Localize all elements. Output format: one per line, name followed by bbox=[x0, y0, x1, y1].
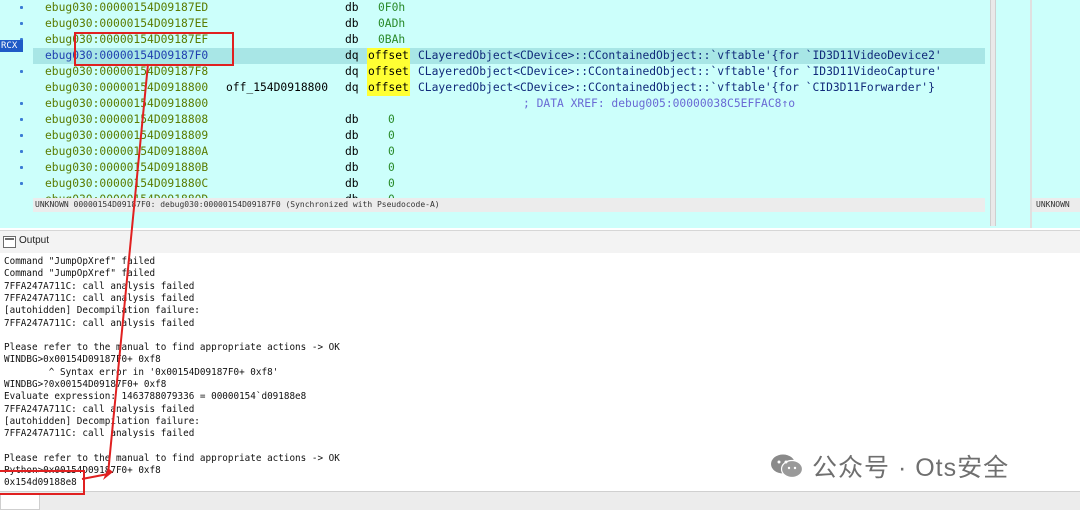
disasm-value[interactable]: 0F0h bbox=[378, 0, 405, 16]
disasm-instruction[interactable]: db bbox=[345, 0, 359, 16]
disasm-comment[interactable]: ; DATA XREF: debug005:00000038C5EFFAC8↑o bbox=[523, 96, 795, 112]
vertical-scrollbar[interactable] bbox=[985, 0, 1030, 228]
disasm-row[interactable]: ebug030:00000154D091880A db 0 bbox=[33, 144, 985, 160]
highlight-box-result bbox=[0, 470, 85, 495]
disasm-instruction[interactable]: db bbox=[345, 16, 359, 32]
secondary-status-bar: UNKNOWN bbox=[1032, 198, 1080, 212]
output-line: Evaluate expression: 1463788079336 = 000… bbox=[4, 391, 307, 403]
disasm-instruction[interactable]: dq bbox=[345, 80, 359, 96]
scrollbar-thumb[interactable] bbox=[990, 0, 996, 226]
output-line: Command "JumpOpXref" failed bbox=[4, 268, 156, 280]
disasm-instruction[interactable]: dq bbox=[345, 64, 359, 80]
disasm-address[interactable]: ebug030:00000154D0918800 bbox=[45, 80, 208, 96]
disasm-instruction[interactable]: db bbox=[345, 176, 359, 192]
disasm-instruction[interactable]: db bbox=[345, 128, 359, 144]
disasm-status-bar: UNKNOWN 00000154D09187F0: debug030:00000… bbox=[33, 198, 987, 212]
disasm-instruction[interactable]: db bbox=[345, 32, 359, 48]
disasm-address[interactable]: ebug030:00000154D091880A bbox=[45, 144, 208, 160]
disasm-label[interactable]: off_154D0918800 bbox=[226, 80, 328, 96]
disasm-value[interactable]: 0 bbox=[388, 112, 395, 128]
output-line: 7FFA247A711C: call analysis failed bbox=[4, 292, 195, 304]
disasm-address[interactable]: ebug030:00000154D09187ED bbox=[45, 0, 208, 16]
disasm-row[interactable]: ebug030:00000154D091880B db 0 bbox=[33, 160, 985, 176]
output-panel-header[interactable]: Output bbox=[0, 230, 1080, 254]
disasm-instruction[interactable]: dq bbox=[345, 48, 359, 64]
output-line: [autohidden] Decompilation failure: bbox=[4, 415, 200, 427]
register-rcx-marker[interactable]: RCX bbox=[0, 40, 23, 52]
disasm-value[interactable]: 0 bbox=[388, 160, 395, 176]
disasm-row[interactable]: ebug030:00000154D0918800 ; DATA XREF: deb… bbox=[33, 96, 985, 112]
disasm-row[interactable]: ebug030:00000154D09187EE db 0ADh bbox=[33, 16, 985, 32]
disasm-instruction[interactable]: db bbox=[345, 144, 359, 160]
output-line: ^ Syntax error in '0x00154D09187F0+ 0xf8… bbox=[4, 366, 279, 378]
disasm-value[interactable]: 0 bbox=[388, 128, 395, 144]
output-line: 7FFA247A711C: call analysis failed bbox=[4, 317, 195, 329]
command-input[interactable] bbox=[0, 494, 40, 510]
output-line: 7FFA247A711C: call analysis failed bbox=[4, 280, 195, 292]
disasm-instruction[interactable]: db bbox=[345, 112, 359, 128]
disasm-address[interactable]: ebug030:00000154D091880B bbox=[45, 160, 208, 176]
disasm-offset-keyword[interactable]: offset bbox=[367, 48, 410, 64]
disasm-value[interactable]: 0ADh bbox=[378, 16, 405, 32]
gutter-marker bbox=[20, 166, 23, 169]
gutter-marker bbox=[20, 182, 23, 185]
disasm-operand[interactable]: CLayeredObject<CDevice>::CContainedObjec… bbox=[418, 80, 935, 96]
disasm-value[interactable]: 0BAh bbox=[378, 32, 405, 48]
gutter-marker bbox=[20, 70, 23, 73]
disasm-offset-keyword[interactable]: offset bbox=[367, 64, 410, 80]
disasm-value[interactable]: 0 bbox=[388, 176, 395, 192]
gutter-marker bbox=[20, 6, 23, 9]
gutter-marker bbox=[20, 150, 23, 153]
output-line: Please refer to the manual to find appro… bbox=[4, 342, 340, 354]
disasm-offset-keyword[interactable]: offset bbox=[367, 80, 410, 96]
watermark: 公众号 · Ots安全 bbox=[770, 448, 1009, 484]
output-window-icon bbox=[3, 236, 16, 248]
watermark-text: 公众号 · Ots安全 bbox=[812, 454, 1010, 482]
disasm-address[interactable]: ebug030:00000154D09187EE bbox=[45, 16, 208, 32]
gutter-marker bbox=[20, 134, 23, 137]
disasm-instruction[interactable]: db bbox=[345, 160, 359, 176]
gutter-marker bbox=[20, 102, 23, 105]
output-line: Command "JumpOpXref" failed bbox=[4, 256, 156, 267]
output-line: 7FFA247A711C: call analysis failed bbox=[4, 403, 195, 415]
disasm-address[interactable]: ebug030:00000154D0918800 bbox=[45, 96, 208, 112]
highlight-box-address bbox=[74, 32, 234, 66]
gutter-marker bbox=[20, 22, 23, 25]
secondary-view[interactable]: UNKNOWN bbox=[1030, 0, 1080, 228]
disasm-row[interactable]: ebug030:00000154D09187ED db 0F0h bbox=[33, 0, 985, 16]
output-panel-title: Output bbox=[19, 235, 50, 246]
disasm-operand[interactable]: CLayeredObject<CDevice>::CContainedObjec… bbox=[418, 64, 942, 80]
wechat-icon bbox=[771, 454, 804, 479]
disasm-row[interactable]: ebug030:00000154D091880C db 0 bbox=[33, 176, 985, 192]
disasm-address[interactable]: ebug030:00000154D091880C bbox=[45, 176, 208, 192]
disasm-row[interactable]: ebug030:00000154D09187F8 dq offset CLayered… bbox=[33, 64, 985, 80]
disassembly-listing[interactable]: ebug030:00000154D09187ED db 0F0h ebug030:00… bbox=[33, 0, 985, 198]
output-line: WINDBG>0x00154D09187F0+ 0xf8 bbox=[4, 354, 161, 366]
gutter-marker bbox=[20, 118, 23, 121]
disasm-row[interactable]: ebug030:00000154D0918808 db 0 bbox=[33, 112, 985, 128]
disasm-address[interactable]: ebug030:00000154D09187F8 bbox=[45, 64, 208, 80]
output-line: Please refer to the manual to find appro… bbox=[4, 452, 340, 464]
disasm-value[interactable]: 0 bbox=[388, 144, 395, 160]
output-command-bar[interactable] bbox=[0, 491, 1080, 510]
output-line: 7FFA247A711C: call analysis failed bbox=[4, 428, 195, 440]
disasm-operand[interactable]: CLayeredObject<CDevice>::CContainedObjec… bbox=[418, 48, 942, 64]
disasm-address[interactable]: ebug030:00000154D0918809 bbox=[45, 128, 208, 144]
disasm-address[interactable]: ebug030:00000154D0918808 bbox=[45, 112, 208, 128]
output-line: WINDBG>?0x00154D09187F0+ 0xf8 bbox=[4, 379, 167, 390]
output-line: [autohidden] Decompilation failure: bbox=[4, 305, 200, 317]
disasm-row[interactable]: ebug030:00000154D0918800 off_154D0918800 d… bbox=[33, 80, 985, 96]
arrow-gutter: RCX bbox=[0, 0, 33, 198]
disasm-row[interactable]: ebug030:00000154D0918809 db 0 bbox=[33, 128, 985, 144]
